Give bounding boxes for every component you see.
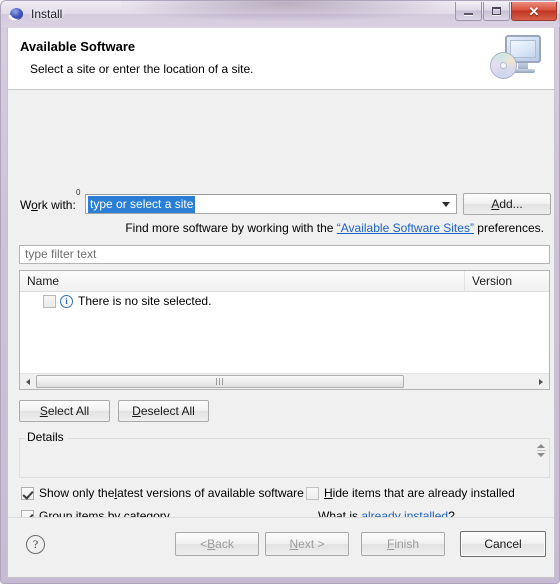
scroll-right-icon[interactable]: [533, 374, 549, 389]
finish-button[interactable]: Finish: [361, 532, 445, 556]
work-with-value: type or select a site: [88, 195, 196, 213]
next-mnemonic: N: [289, 537, 299, 551]
title-bar-glow: [121, 1, 451, 21]
deselect-all-mnemonic: D: [132, 404, 141, 418]
select-all-button[interactable]: Select All: [19, 400, 110, 422]
hint-pre: Find more software by working with the: [125, 221, 337, 235]
close-icon: ✕: [528, 3, 540, 19]
back-pre: <: [200, 537, 208, 551]
table-header: Name Version: [20, 271, 549, 292]
dialog-surface: Available Software Select a site or ente…: [7, 27, 555, 578]
page-title: Available Software: [20, 39, 136, 54]
page-description: Select a site or enter the location of a…: [30, 62, 254, 76]
deselect-all-post: eselect All: [140, 404, 195, 418]
option-label-mnemonic: H: [324, 486, 333, 500]
software-table: Name Version i There is no site selected…: [19, 270, 550, 390]
filter-input[interactable]: type filter text: [19, 245, 550, 264]
column-divider[interactable]: [464, 271, 465, 291]
info-icon: i: [60, 294, 73, 308]
maximize-icon: [492, 7, 501, 15]
next-post: ext >: [298, 537, 325, 551]
work-with-superscript: 0: [76, 188, 81, 197]
wizard-banner: Available Software Select a site or ente…: [8, 28, 554, 90]
close-button[interactable]: ✕: [511, 2, 557, 21]
work-with-combo[interactable]: type or select a site: [85, 194, 457, 214]
eclipse-globe-icon: [8, 7, 24, 22]
minimize-button[interactable]: [455, 2, 482, 21]
details-content: [19, 438, 550, 478]
install-dialog-window: Install ✕ Available Software Select a si…: [0, 0, 560, 584]
finish-mnemonic: F: [386, 537, 395, 551]
work-with-label-post: rk with:: [37, 198, 76, 212]
back-mnemonic: B: [207, 537, 216, 551]
finish-post: inish: [394, 537, 420, 551]
work-with-label-pre: W: [20, 198, 32, 212]
work-with-label-mnemonic: o: [31, 198, 38, 212]
help-icon[interactable]: ?: [26, 535, 45, 554]
row-name: There is no site selected.: [78, 294, 212, 308]
add-button-mnemonic: A: [491, 197, 500, 211]
spinner-up-down-icon[interactable]: [537, 444, 546, 462]
select-all-mnemonic: S: [39, 404, 48, 418]
option-label-pre: Show only the: [39, 486, 115, 500]
option-label-post: ide items that are already installed: [332, 486, 515, 500]
table-horizontal-scrollbar[interactable]: [20, 373, 549, 389]
option-label-post: atest versions of available software: [117, 486, 304, 500]
work-with-label: Work with:: [20, 198, 76, 212]
checkbox-show-latest-versions[interactable]: [21, 486, 34, 500]
scrollbar-track[interactable]: [36, 374, 533, 389]
checkbox-hide-already-installed[interactable]: [306, 486, 319, 500]
scrollbar-grip-icon: [216, 378, 224, 385]
back-post: ack: [215, 537, 234, 551]
window-controls: ✕: [454, 2, 557, 22]
add-button-post: dd...: [499, 197, 523, 211]
scroll-left-icon[interactable]: [20, 374, 36, 389]
details-label: Details: [25, 430, 68, 444]
find-more-hint: Find more software by working with the “…: [125, 221, 544, 235]
option-show-latest-versions[interactable]: Show only the l atest versions of availab…: [21, 486, 304, 500]
window-title: Install: [31, 7, 63, 21]
dialog-body: Work with: 0 type or select a site Add..…: [8, 90, 554, 567]
dialog-footer: ? < Back Next > Finish Cancel: [8, 517, 554, 577]
row-checkbox[interactable]: [43, 294, 56, 308]
monitor-with-disc-icon: [488, 32, 544, 86]
column-header-version[interactable]: Version: [472, 274, 512, 288]
option-hide-already-installed[interactable]: Hide items that are already installed: [306, 486, 515, 500]
next-button[interactable]: Next >: [265, 532, 349, 556]
details-group: Details: [19, 430, 550, 478]
hint-post: preferences.: [473, 221, 544, 235]
scrollbar-thumb[interactable]: [36, 375, 404, 388]
chevron-down-icon[interactable]: [442, 202, 450, 207]
column-header-name[interactable]: Name: [27, 274, 59, 288]
deselect-all-button[interactable]: Deselect All: [118, 400, 209, 422]
available-software-sites-link[interactable]: “Available Software Sites”: [337, 221, 474, 235]
select-all-post: elect All: [47, 404, 90, 418]
title-bar: Install ✕: [1, 1, 560, 27]
table-row[interactable]: i There is no site selected.: [20, 292, 211, 310]
maximize-button[interactable]: [483, 2, 510, 21]
back-button[interactable]: < Back: [175, 532, 259, 556]
cancel-button[interactable]: Cancel: [460, 531, 546, 557]
add-site-button[interactable]: Add...: [463, 193, 551, 215]
minimize-icon: [464, 13, 473, 15]
